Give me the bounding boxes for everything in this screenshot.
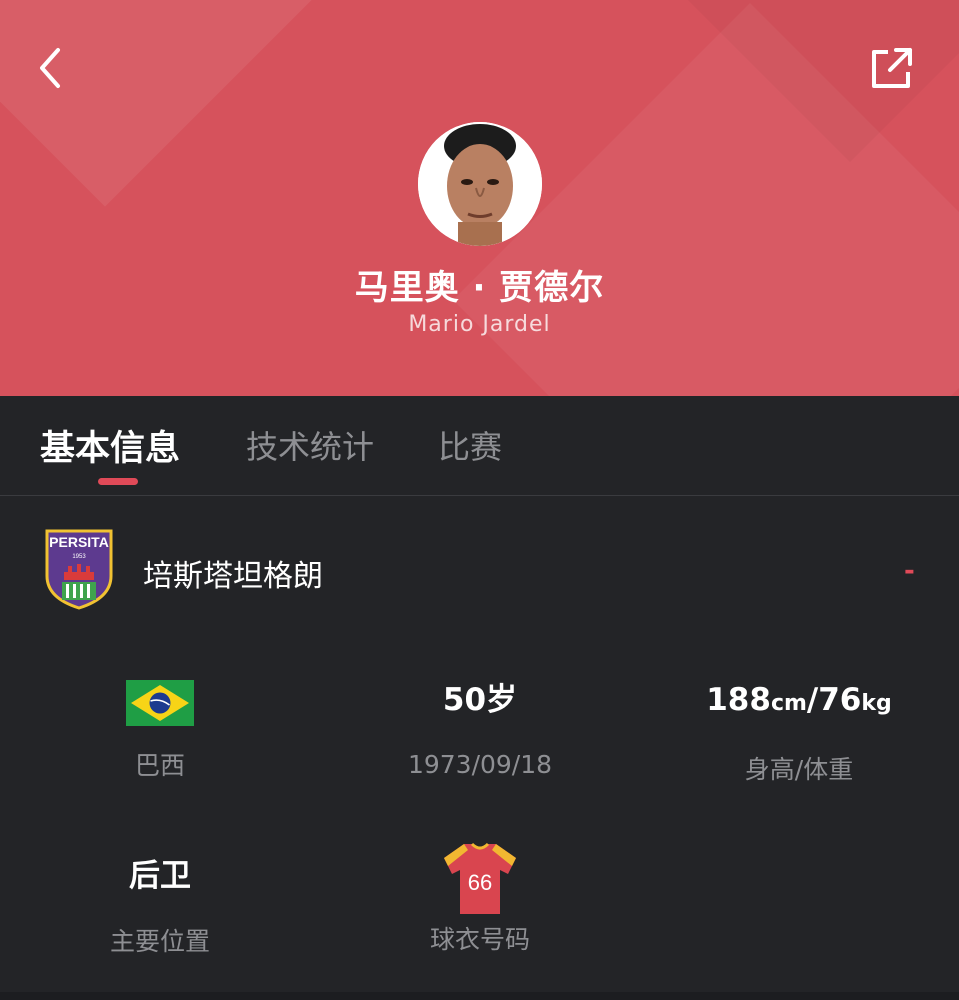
nationality-cell: 巴西 bbox=[0, 680, 320, 782]
team-logo-year: 1953 bbox=[72, 554, 86, 560]
bottom-divider bbox=[0, 992, 959, 1000]
back-button[interactable] bbox=[30, 44, 74, 92]
jersey-number: 66 bbox=[468, 870, 492, 895]
position-cell: 后卫 主要位置 bbox=[0, 856, 320, 958]
team-name: 培斯塔坦格朗 bbox=[143, 559, 323, 594]
share-icon bbox=[872, 48, 912, 88]
height-weight-cell: 188cm/76kg 身高/体重 bbox=[639, 680, 959, 786]
share-button[interactable] bbox=[866, 44, 916, 94]
brazil-flag-icon bbox=[126, 680, 194, 726]
weight-unit: kg bbox=[861, 691, 892, 716]
header-decoration bbox=[0, 0, 367, 207]
avatar bbox=[418, 122, 542, 246]
birth-date: 1973/09/18 bbox=[407, 750, 553, 779]
player-name-english: Mario Jardel bbox=[408, 312, 551, 337]
nationality-label: 巴西 bbox=[134, 751, 185, 780]
jersey-icon: 66 bbox=[444, 842, 516, 914]
team-extra-value: - bbox=[904, 556, 915, 586]
player-photo bbox=[418, 122, 542, 246]
active-tab-indicator bbox=[98, 478, 138, 485]
team-row[interactable]: PERSITA 1953 培斯塔坦格朗 - bbox=[0, 496, 959, 646]
chevron-left-icon bbox=[40, 48, 60, 88]
position-label: 主要位置 bbox=[109, 927, 210, 956]
height-number: 188 bbox=[706, 682, 771, 718]
position-value: 后卫 bbox=[129, 858, 191, 894]
player-header: 马里奥 · 贾德尔 Mario Jardel bbox=[0, 0, 959, 396]
height-unit: cm bbox=[770, 691, 807, 716]
player-name: 马里奥 · 贾德尔 bbox=[354, 268, 605, 308]
age-cell: 50岁 1973/09/18 bbox=[320, 680, 640, 779]
height-weight-separator: / bbox=[806, 682, 819, 718]
team-logo: PERSITA 1953 bbox=[44, 528, 114, 610]
team-logo-text: PERSITA bbox=[49, 534, 109, 550]
jersey-label: 球衣号码 bbox=[429, 925, 530, 954]
tab-basic-info[interactable]: 基本信息 bbox=[40, 420, 180, 471]
height-weight-value: 188cm/76kg bbox=[639, 680, 959, 720]
weight-number: 76 bbox=[818, 682, 862, 718]
tab-tech-stats[interactable]: 技术统计 bbox=[246, 422, 374, 468]
nationality-flag-wrap bbox=[0, 680, 320, 726]
jersey-wrap: 66 bbox=[320, 842, 640, 916]
age-value: 50岁 bbox=[442, 682, 518, 718]
tab-bar: 基本信息 技术统计 比赛 bbox=[0, 396, 959, 496]
height-weight-label: 身高/体重 bbox=[744, 755, 854, 784]
tab-matches[interactable]: 比赛 bbox=[438, 422, 502, 468]
jersey-cell: 66 球衣号码 bbox=[320, 842, 640, 956]
